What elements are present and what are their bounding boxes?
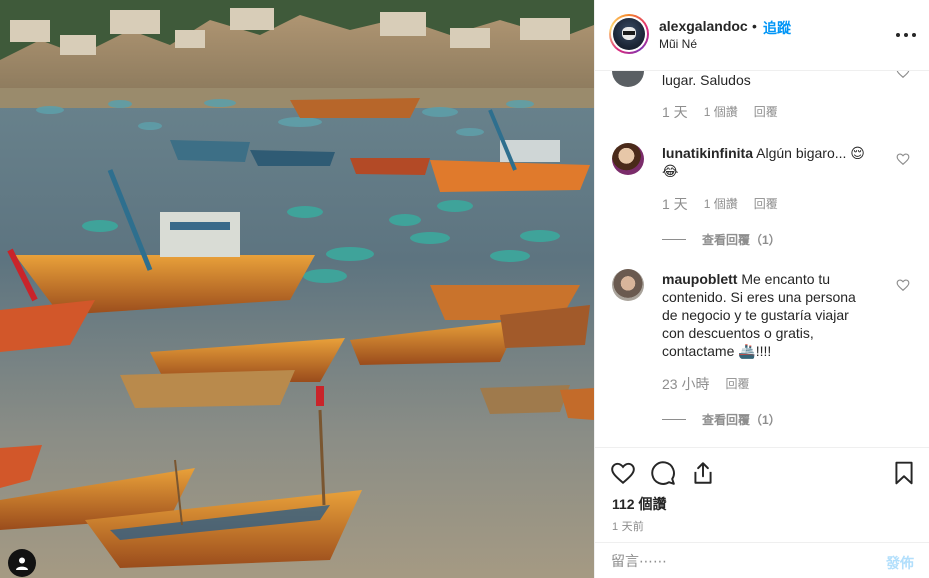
post-actions: 112 個讚 1 天前 <box>595 447 929 542</box>
person-icon <box>16 557 28 570</box>
post-comment-button[interactable]: 發佈 <box>886 553 914 573</box>
share-icon[interactable] <box>690 460 716 486</box>
comment-avatar[interactable] <box>612 71 644 87</box>
post-photo[interactable] <box>0 0 594 578</box>
reply-button[interactable]: 回覆 <box>725 376 749 392</box>
comments-list[interactable]: lugar. Saludos 1 天 1 個讚 回覆 lunatikinfini… <box>595 71 929 447</box>
follow-separator: • <box>752 18 757 34</box>
comment-likes[interactable]: 1 個讚 <box>704 104 738 120</box>
boats-harbor-image <box>0 0 594 578</box>
reply-button[interactable]: 回覆 <box>754 104 778 120</box>
comment-time[interactable]: 1 天 <box>662 104 688 120</box>
post-side-panel: alexgalandoc • 追蹤 Mũi Né lugar. Saludos … <box>594 0 929 578</box>
comment-time[interactable]: 1 天 <box>662 196 688 212</box>
post-location[interactable]: Mũi Né <box>659 37 697 51</box>
replies-divider <box>662 239 686 240</box>
view-replies-label: 查看回覆（1） <box>702 233 781 247</box>
comment-body: maupoblett Me encanto tu contenido. Si e… <box>662 270 872 360</box>
comment-avatar[interactable] <box>612 269 644 301</box>
comment-avatar[interactable] <box>612 143 644 175</box>
comment-icon[interactable] <box>650 460 676 486</box>
heart-icon[interactable] <box>896 278 910 292</box>
view-replies-button[interactable]: 查看回覆（1） <box>662 411 781 428</box>
likes-count[interactable]: 112 個讚 <box>612 494 666 514</box>
author-avatar[interactable] <box>609 14 649 54</box>
author-username[interactable]: alexgalandoc <box>659 18 748 34</box>
comment-meta: 23 小時 回覆 <box>662 376 749 392</box>
comment-input[interactable] <box>611 553 851 569</box>
post-timestamp[interactable]: 1 天前 <box>612 518 644 534</box>
heart-icon[interactable] <box>896 71 910 79</box>
reply-button[interactable]: 回覆 <box>754 196 778 212</box>
comment-body: lunatikinfinita Algún bigaro... 😌😂 <box>662 144 872 180</box>
comment-meta: 1 天 1 個讚 回覆 <box>662 104 778 120</box>
heart-icon[interactable] <box>896 152 910 166</box>
comment-username[interactable]: maupoblett <box>662 271 737 287</box>
comment-username[interactable]: lunatikinfinita <box>662 145 753 161</box>
replies-divider <box>662 419 686 420</box>
tagged-user-icon[interactable] <box>8 549 36 577</box>
add-comment-bar: 發佈 <box>595 542 929 578</box>
follow-button[interactable]: 追蹤 <box>763 18 791 38</box>
post-header: alexgalandoc • 追蹤 Mũi Né <box>595 0 929 71</box>
view-replies-button[interactable]: 查看回覆（1） <box>662 231 781 248</box>
more-options-icon[interactable] <box>896 26 916 44</box>
bookmark-icon[interactable] <box>891 460 917 486</box>
comment-likes[interactable]: 1 個讚 <box>704 196 738 212</box>
view-replies-label: 查看回覆（1） <box>702 413 781 427</box>
heart-icon[interactable] <box>610 460 636 486</box>
comment-time[interactable]: 23 小時 <box>662 376 709 392</box>
comment-meta: 1 天 1 個讚 回覆 <box>662 196 778 212</box>
comment-text: lugar. Saludos <box>662 72 751 88</box>
